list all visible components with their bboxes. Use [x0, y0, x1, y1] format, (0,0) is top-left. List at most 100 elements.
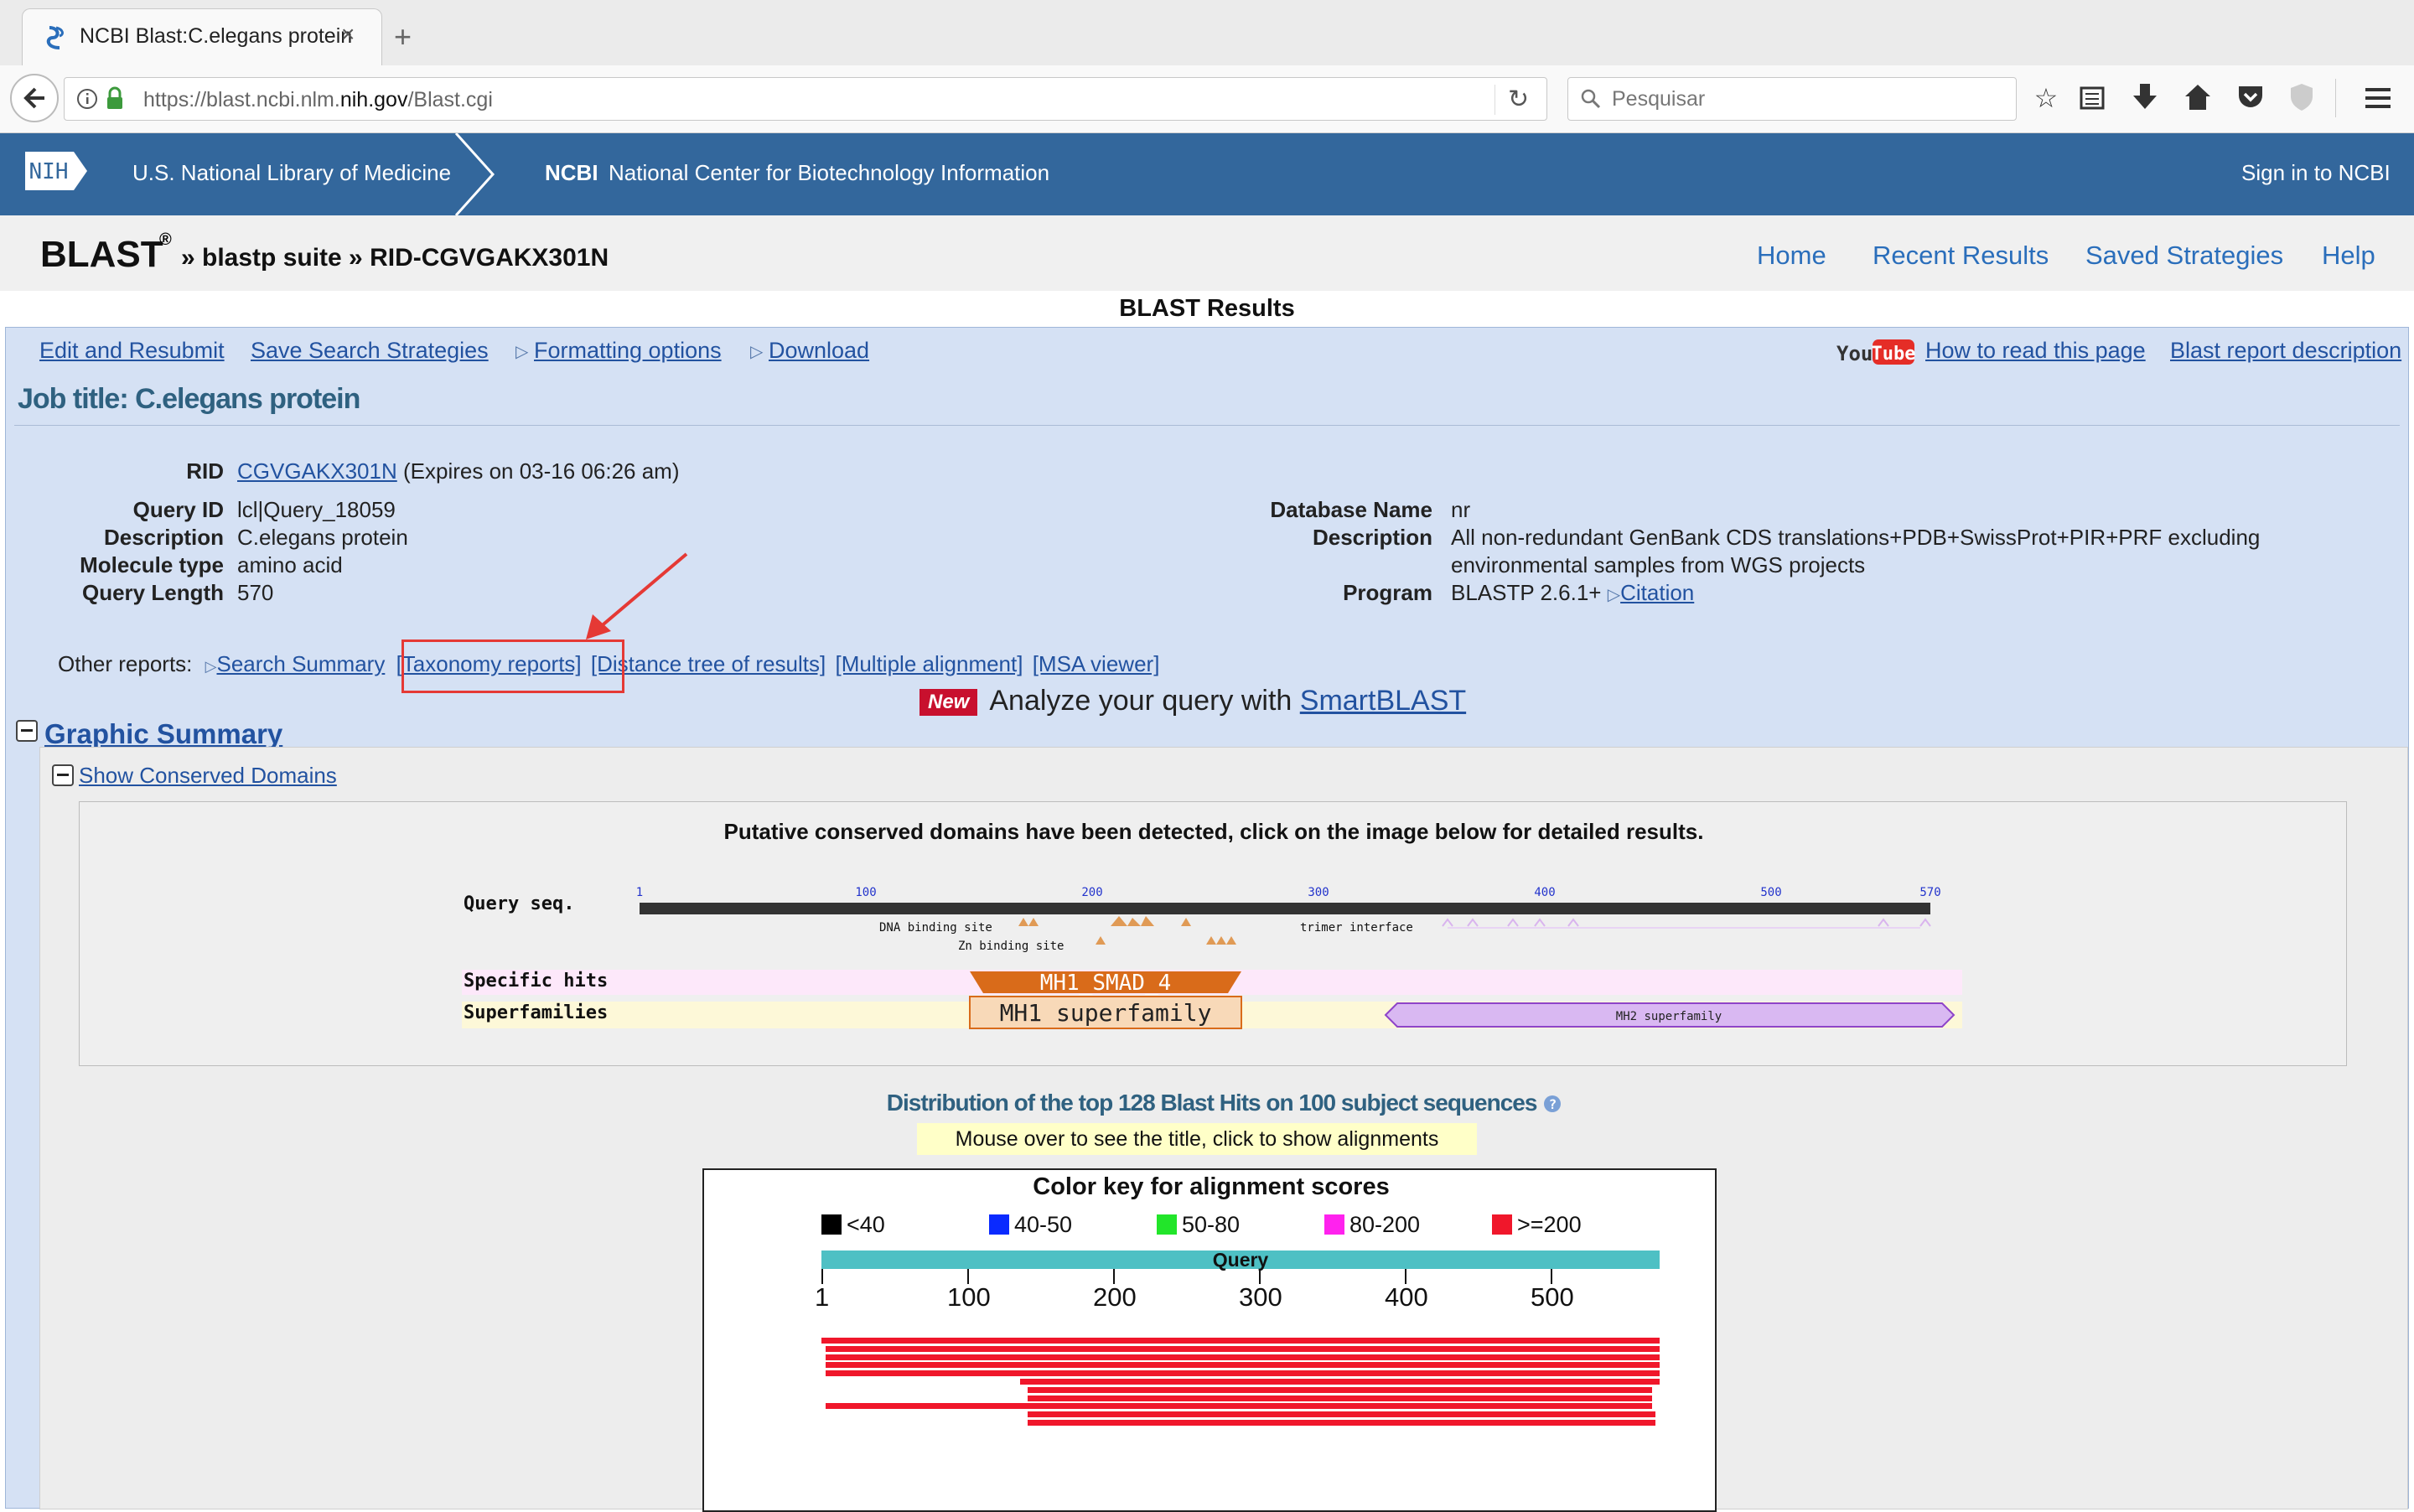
hit-bar[interactable] — [826, 1370, 1660, 1377]
divider — [14, 425, 2400, 426]
download-icon[interactable] — [2131, 82, 2159, 112]
ruler-tick-label: 200 — [1081, 886, 1102, 899]
mh1-smad4-label: MH1_SMAD_4 — [1040, 971, 1172, 996]
distribution-title: Distribution of the top 128 Blast Hits o… — [40, 1090, 2409, 1116]
citation-link[interactable]: Citation — [1620, 580, 1694, 605]
color-key-label: <40 — [847, 1212, 885, 1237]
hit-bar[interactable] — [1027, 1395, 1653, 1401]
collapse-icon[interactable] — [16, 720, 38, 742]
menu-icon[interactable] — [2364, 85, 2392, 111]
back-button[interactable] — [10, 74, 59, 122]
hit-bar[interactable] — [1019, 1379, 1660, 1385]
save-strategies-link[interactable]: Save Search Strategies — [251, 338, 489, 364]
mh1-smad4-hit[interactable]: MH1_SMAD_4 — [970, 971, 1241, 996]
conserved-domains-graphic[interactable]: Query seq. Specific hits Superfamilies 1… — [462, 886, 1962, 1062]
address-bar[interactable]: https://blast.ncbi.nlm.nih.gov/Blast.cgi… — [64, 77, 1547, 121]
description-value: C.elegans protein — [237, 525, 408, 550]
taxonomy-highlight-box — [401, 639, 624, 693]
svg-text:Tube: Tube — [1872, 344, 1916, 365]
nav-help[interactable]: Help — [2322, 241, 2375, 271]
nav-home[interactable]: Home — [1757, 241, 1826, 271]
collapse-icon[interactable] — [52, 764, 74, 786]
color-swatch — [821, 1214, 842, 1235]
ncbi-logo-text[interactable]: NCBI — [545, 160, 598, 186]
download-link[interactable]: Download — [769, 338, 869, 364]
how-to-read-link[interactable]: How to read this page — [1925, 338, 2146, 364]
mh1-superfamily[interactable]: MH1 superfamily — [969, 996, 1242, 1029]
job-title: Job title: C.elegans protein — [18, 383, 360, 415]
dna-binding-label: DNA binding site — [879, 921, 992, 935]
hit-bar[interactable] — [1027, 1420, 1655, 1426]
zn-binding-sites[interactable] — [1096, 936, 1236, 945]
conserved-domains-box: Putative conserved domains have been det… — [79, 801, 2347, 1066]
ruler-tick-label: 300 — [1308, 886, 1329, 899]
graphic-summary-toggle[interactable] — [16, 720, 43, 742]
axis-tick-label: 100 — [947, 1282, 991, 1312]
query-id-value: lcl|Query_18059 — [237, 497, 396, 522]
hit-bar[interactable] — [1027, 1411, 1655, 1418]
shield-icon[interactable] — [2288, 82, 2315, 112]
tab-title: NCBI Blast:C.elegans protein — [80, 24, 353, 48]
edit-resubmit-link[interactable]: Edit and Resubmit — [39, 338, 225, 364]
blast-header: BLAST ® » blastp suite » RID-CGVGAKX301N… — [0, 215, 2414, 291]
nav-saved-strategies[interactable]: Saved Strategies — [2085, 241, 2283, 271]
ncbi-full-name[interactable]: National Center for Biotechnology Inform… — [609, 160, 1049, 186]
formatting-options-link[interactable]: Formatting options — [534, 338, 722, 364]
color-swatch — [1157, 1214, 1177, 1235]
nav-recent-results[interactable]: Recent Results — [1873, 241, 2049, 271]
axis-tick-label: 400 — [1385, 1282, 1428, 1312]
hit-bar[interactable] — [826, 1345, 1660, 1352]
browser-tab[interactable]: NCBI Blast:C.elegans protein × — [22, 8, 382, 66]
color-swatch — [989, 1214, 1009, 1235]
rid-link[interactable]: CGVGAKX301N — [237, 458, 397, 484]
multiple-alignment-link[interactable]: [Multiple alignment] — [835, 651, 1023, 676]
home-icon[interactable] — [2183, 82, 2213, 112]
info-icon[interactable] — [76, 88, 98, 110]
ruler-tick-label: 500 — [1760, 886, 1781, 899]
smartblast-link[interactable]: SmartBLAST — [1300, 685, 1466, 717]
hit-bar[interactable] — [1027, 1386, 1653, 1393]
molecule-type-label: Molecule type — [80, 552, 224, 577]
url-text[interactable]: https://blast.ncbi.nlm.nih.gov/Blast.cgi — [143, 88, 493, 112]
hit-bar[interactable] — [826, 1362, 1660, 1369]
page-title: BLAST Results — [1119, 295, 1295, 322]
search-summary-link[interactable]: Search Summary — [216, 651, 385, 676]
browser-nav-bar: https://blast.ncbi.nlm.nih.gov/Blast.cgi… — [0, 65, 2414, 133]
distribution-title-text: Distribution of the top 128 Blast Hits o… — [886, 1090, 1538, 1116]
pocket-icon[interactable] — [2236, 84, 2265, 111]
nih-logo[interactable]: NIH — [23, 150, 89, 192]
bookmark-star-icon[interactable]: ☆ — [2028, 80, 2064, 116]
blast-logo[interactable]: BLAST — [40, 234, 163, 276]
help-icon[interactable]: ? — [1542, 1094, 1562, 1114]
dna-binding-sites[interactable] — [1018, 916, 1191, 926]
alignment-graphic[interactable]: Color key for alignment scores <40 40-50… — [702, 1168, 1717, 1512]
svg-text:?: ? — [1549, 1096, 1557, 1112]
mh2-superfamily[interactable]: MH2 superfamily — [1384, 1002, 1956, 1028]
reload-icon[interactable]: ↻ — [1508, 85, 1529, 114]
specific-hits-label: Specific hits — [464, 971, 608, 992]
ncbi-favicon-icon — [46, 26, 64, 49]
browser-tab-bar: NCBI Blast:C.elegans protein × + — [0, 0, 2414, 66]
search-icon — [1581, 89, 1601, 109]
trimer-interface-sites[interactable] — [1442, 918, 1931, 927]
distance-tree-link[interactable]: [Distance tree of results] — [591, 651, 826, 676]
hit-bar[interactable] — [826, 1354, 1660, 1360]
conserved-domains-toggle[interactable] — [52, 764, 79, 786]
blast-report-description-link[interactable]: Blast report description — [2170, 338, 2401, 364]
search-bar[interactable]: Pesquisar — [1567, 77, 2017, 121]
msa-viewer-link[interactable]: [MSA viewer] — [1033, 651, 1160, 676]
close-tab-icon[interactable]: × — [341, 21, 355, 48]
trimer-interface-label: trimer interface — [1300, 921, 1413, 935]
reading-list-icon[interactable] — [2079, 84, 2107, 112]
hit-bar[interactable] — [826, 1403, 1653, 1410]
search-input[interactable]: Pesquisar — [1612, 87, 1705, 111]
new-tab-icon[interactable]: + — [394, 22, 412, 52]
show-conserved-domains-link[interactable]: Show Conserved Domains — [79, 763, 337, 789]
graphic-summary-heading[interactable]: Graphic Summary — [44, 718, 282, 750]
smartblast-promo: New Analyze your query with SmartBLAST — [919, 685, 1466, 717]
nlm-link[interactable]: U.S. National Library of Medicine — [132, 160, 451, 186]
sign-in-link[interactable]: Sign in to NCBI — [2241, 160, 2391, 186]
smartblast-text: Analyze your query with — [989, 685, 1300, 717]
youtube-icon[interactable]: You Tube — [1835, 338, 1917, 366]
hit-bar[interactable] — [821, 1338, 1660, 1344]
